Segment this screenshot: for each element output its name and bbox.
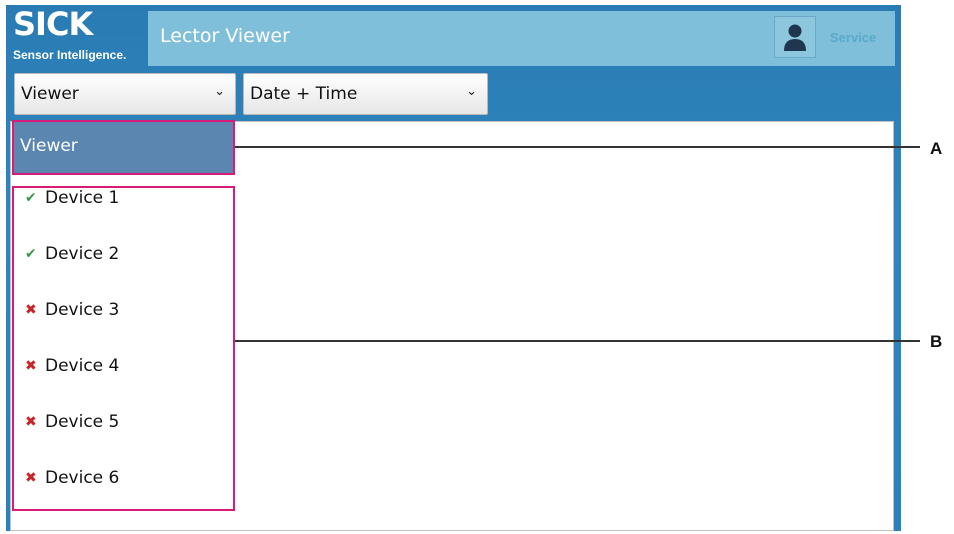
sort-select-value: Date + Time <box>250 84 358 104</box>
user-role-label: Service <box>830 30 877 45</box>
logo-tagline: Sensor Intelligence. <box>13 48 127 62</box>
highlight-box-a <box>12 120 235 175</box>
view-select[interactable]: Viewer ⌄ <box>14 73 236 115</box>
callout-label-b: B <box>930 332 943 351</box>
callout-label-a: A <box>930 139 943 158</box>
chevron-down-icon: ⌄ <box>214 84 225 99</box>
user-button[interactable] <box>774 16 816 58</box>
leader-line-b <box>235 340 920 342</box>
chevron-down-icon: ⌄ <box>466 84 477 99</box>
sort-select[interactable]: Date + Time ⌄ <box>243 73 488 115</box>
app-title: Lector Viewer <box>160 25 290 47</box>
logo-word: SICK <box>13 5 93 43</box>
leader-line-a <box>235 146 920 148</box>
user-icon <box>784 24 806 51</box>
highlight-box-b <box>12 186 235 511</box>
view-select-value: Viewer <box>21 84 79 104</box>
title-bar: Lector Viewer Service <box>148 11 895 66</box>
sick-logo: SICK Sensor Intelligence. <box>6 5 144 67</box>
